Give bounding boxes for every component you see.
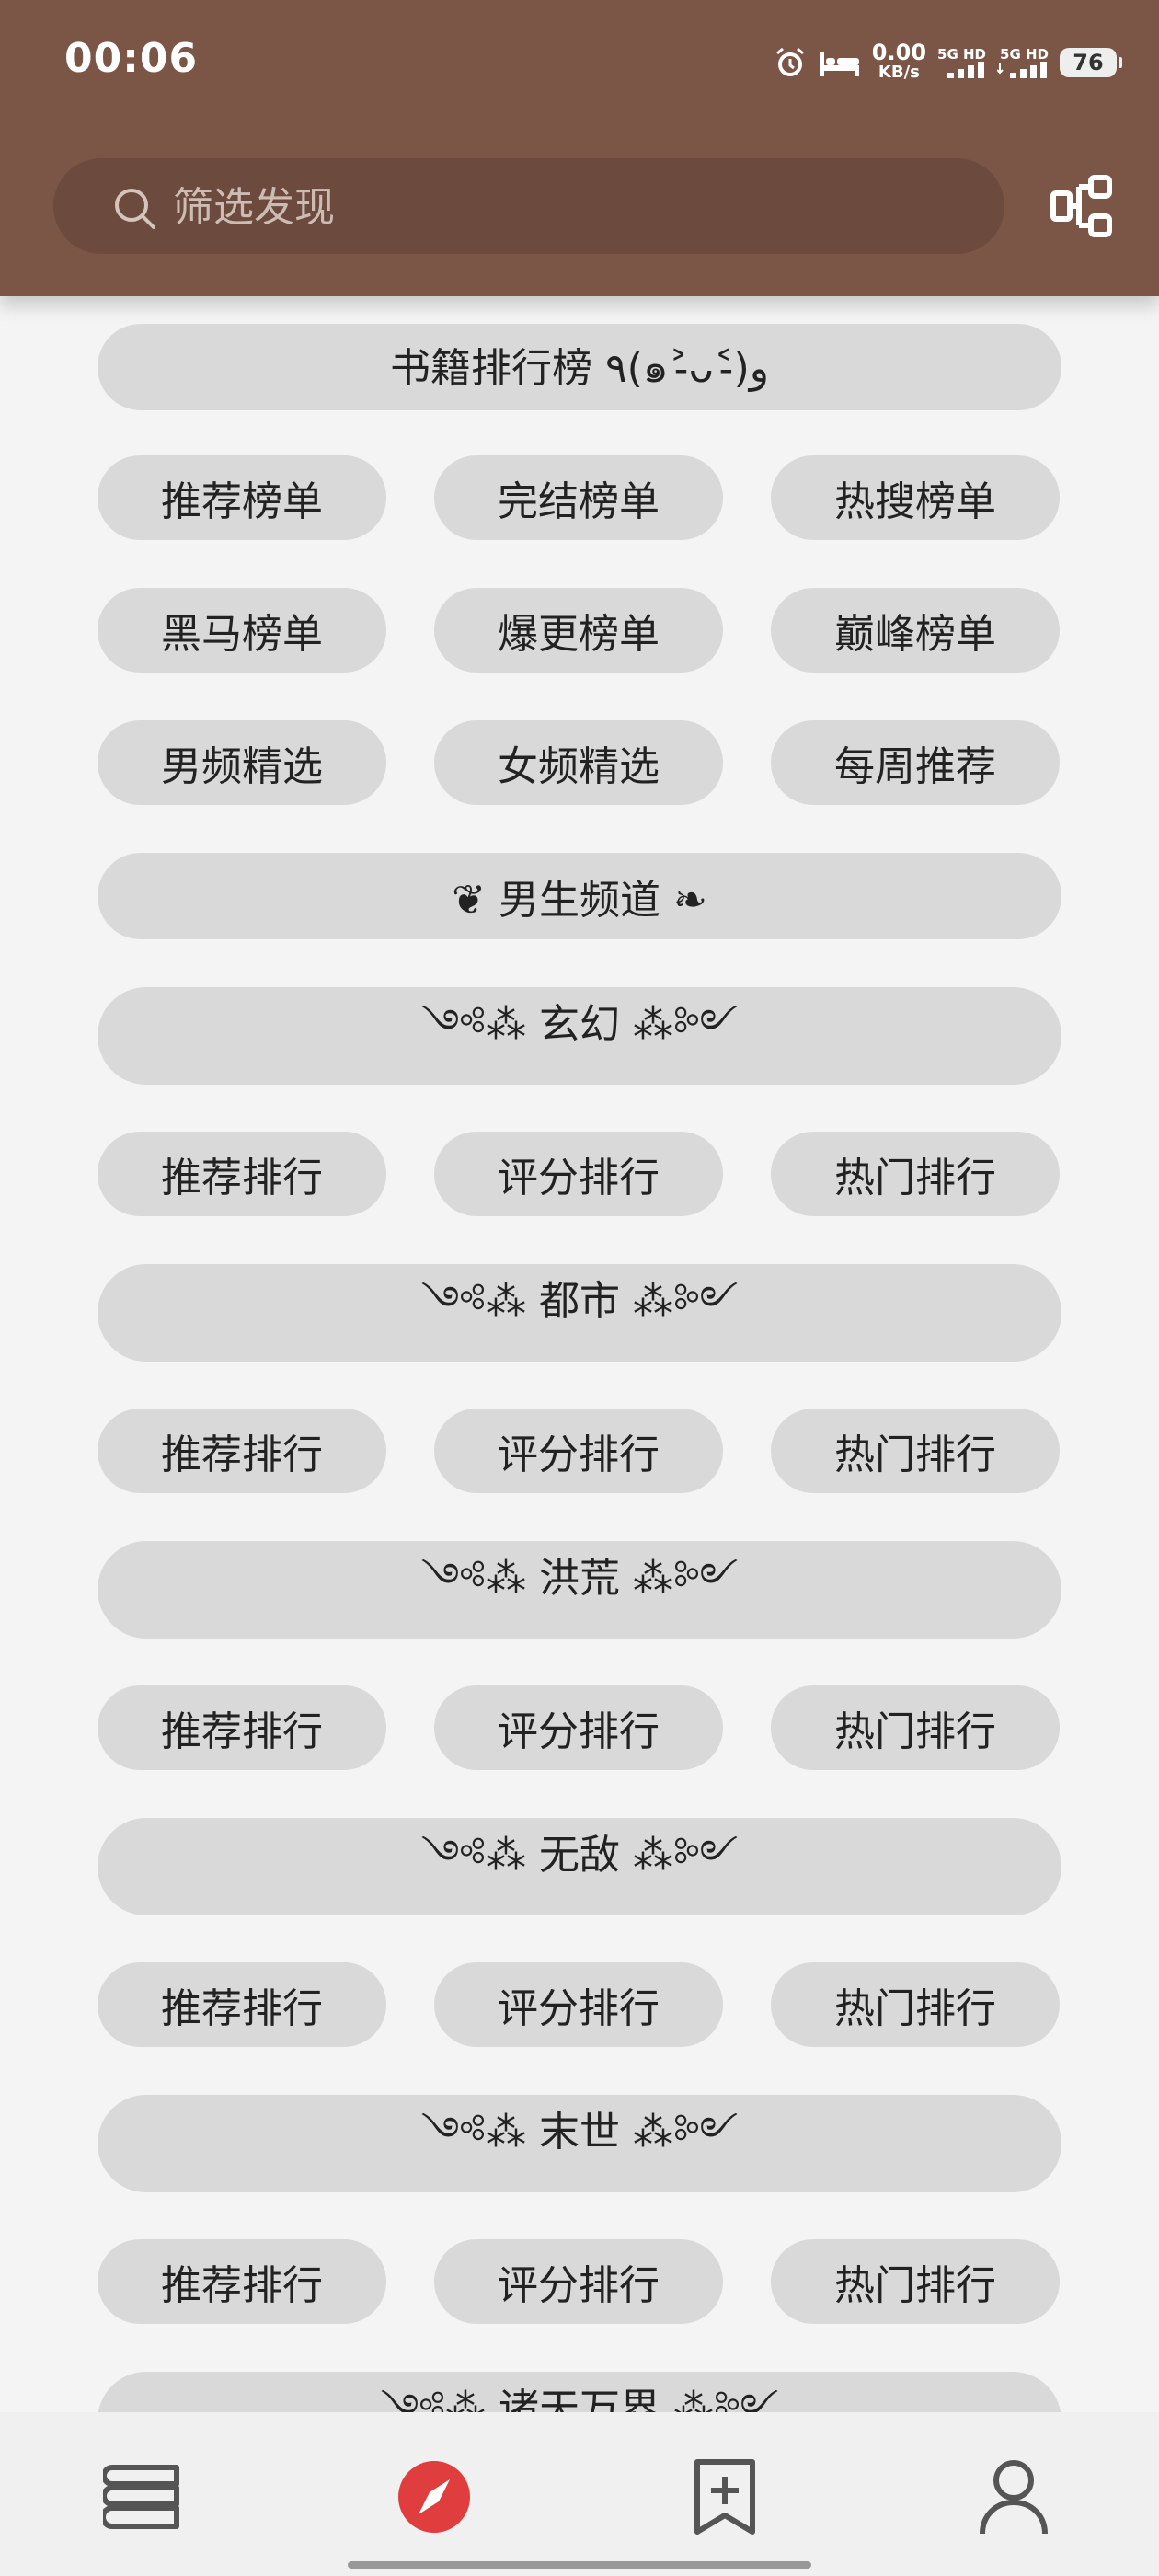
- rank-button[interactable]: 完结榜单: [434, 455, 723, 540]
- rank-button[interactable]: 推荐排行: [98, 1132, 386, 1216]
- category-header-wudi[interactable]: ༺⁂ 无敌 ⁂༻: [98, 1818, 1061, 1915]
- status-time: 00:06: [64, 35, 199, 82]
- rank-button[interactable]: 推荐榜单: [98, 455, 386, 540]
- rank-button[interactable]: 每周推荐: [771, 720, 1060, 805]
- signal-2: 5G HD: [997, 47, 1049, 78]
- discover-list: 书籍排行榜 ٩(๑˃̵ᴗ˂̵)و 推荐榜单 完结榜单 热搜榜单 黑马榜单 爆更榜…: [0, 296, 1159, 2412]
- bed-icon: [819, 47, 861, 78]
- rank-button[interactable]: 推荐排行: [98, 2239, 386, 2324]
- rank-button[interactable]: 热门排行: [771, 1685, 1060, 1770]
- rank-button[interactable]: 热搜榜单: [771, 455, 1060, 540]
- rank-button[interactable]: 评分排行: [434, 2239, 723, 2324]
- rank-button[interactable]: 推荐排行: [98, 1962, 386, 2047]
- rank-button[interactable]: 评分排行: [434, 1962, 723, 2047]
- nav-subscribe[interactable]: [679, 2453, 771, 2545]
- books-icon: [100, 2460, 184, 2537]
- rank-button[interactable]: 爆更榜单: [434, 588, 723, 673]
- nav-bookshelf[interactable]: [98, 2453, 189, 2545]
- search-input[interactable]: [171, 158, 966, 256]
- nav-discover[interactable]: [388, 2453, 480, 2545]
- group-layout-icon[interactable]: [1050, 175, 1113, 241]
- rank-button[interactable]: 巅峰榜单: [771, 588, 1060, 673]
- person-icon: [979, 2458, 1049, 2539]
- rank-button[interactable]: 评分排行: [434, 1685, 723, 1770]
- home-indicator[interactable]: [348, 2561, 811, 2569]
- category-header-moshi[interactable]: ༺⁂ 末世 ⁂༻: [98, 2095, 1061, 2192]
- search-bar[interactable]: [53, 158, 1004, 256]
- rank-button[interactable]: 热门排行: [771, 1132, 1060, 1216]
- nav-profile[interactable]: [968, 2453, 1060, 2545]
- rank-button[interactable]: 黑马榜单: [98, 588, 386, 673]
- category-header-xuanhuan[interactable]: ༺⁂ 玄幻 ⁂༻: [98, 987, 1061, 1085]
- category-header-honghuang[interactable]: ༺⁂ 洪荒 ⁂༻: [98, 1541, 1061, 1639]
- rank-button[interactable]: 热门排行: [771, 2239, 1060, 2324]
- search-icon: [112, 186, 158, 236]
- net-speed: 0.00 KB/s: [871, 40, 927, 82]
- category-header-male-channel[interactable]: ❦ 男生频道 ❧: [98, 853, 1061, 939]
- category-header-zhutian[interactable]: ༺⁂ 诸天万界 ⁂༻: [98, 2372, 1061, 2412]
- rank-button[interactable]: 推荐排行: [98, 1409, 386, 1493]
- bottom-navigation: [0, 2412, 1159, 2576]
- bookmark-add-icon: [693, 2458, 757, 2539]
- rank-button[interactable]: 热门排行: [771, 1409, 1060, 1493]
- rank-button[interactable]: 男频精选: [98, 720, 386, 805]
- status-icons: 0.00 KB/s 5G HD 5G HD 76: [773, 35, 1122, 90]
- category-header-dushi[interactable]: ༺⁂ 都市 ⁂༻: [98, 1264, 1061, 1362]
- top-app-bar: 00:06 0.00 KB/s 5G HD 5G HD 76: [0, 0, 1159, 296]
- rank-button[interactable]: 评分排行: [434, 1132, 723, 1216]
- alarm-icon: [773, 45, 808, 80]
- compass-icon: [396, 2459, 472, 2538]
- battery-indicator: 76: [1060, 48, 1122, 77]
- category-header-book-ranking[interactable]: 书籍排行榜 ٩(๑˃̵ᴗ˂̵)و: [98, 324, 1061, 410]
- rank-button[interactable]: 热门排行: [771, 1962, 1060, 2047]
- signal-1: 5G HD: [937, 47, 986, 78]
- rank-button[interactable]: 女频精选: [434, 720, 723, 805]
- rank-button[interactable]: 评分排行: [434, 1409, 723, 1493]
- rank-button[interactable]: 推荐排行: [98, 1685, 386, 1770]
